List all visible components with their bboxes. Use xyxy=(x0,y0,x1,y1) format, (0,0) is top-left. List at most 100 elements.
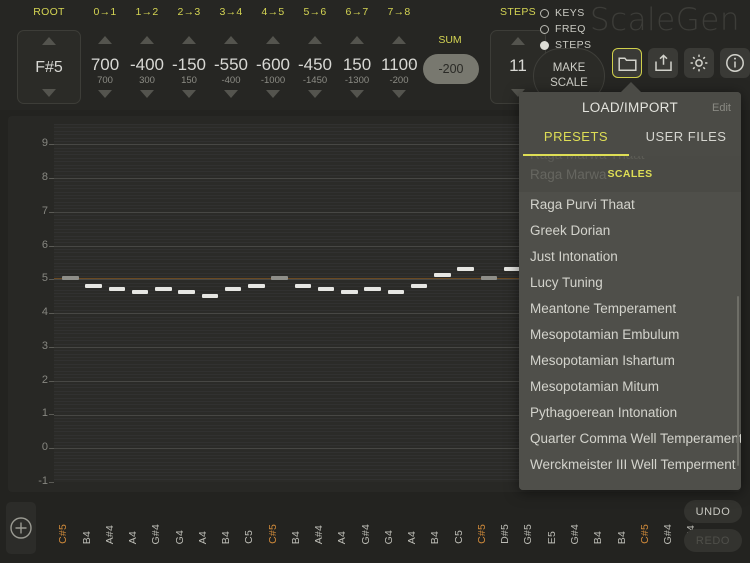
preset-list-item[interactable]: Werckmeister III Well Temperment xyxy=(519,452,741,478)
root-decrement-icon[interactable] xyxy=(42,89,56,97)
folder-icon[interactable] xyxy=(612,48,642,78)
interval-cell-1[interactable]: -400 300 xyxy=(129,30,165,104)
preset-list-item[interactable]: Mesopotamian Ishartum xyxy=(519,348,741,374)
chart-bar[interactable] xyxy=(62,275,79,280)
tab-user-files[interactable]: USER FILES xyxy=(631,129,741,144)
chart-y-tick-label: 8 xyxy=(41,171,48,184)
load-import-panel[interactable]: LOAD/IMPORT Edit PRESETS USER FILES Raga… xyxy=(519,92,741,490)
chart-y-tick-label: 5 xyxy=(41,272,48,285)
chart-y-tick xyxy=(49,482,54,483)
interval-decrement-icon-0[interactable] xyxy=(98,90,112,98)
interval-stepper-1[interactable]: 1→2 -400 300 xyxy=(126,6,168,106)
interval-cell-5[interactable]: -450 -1450 xyxy=(297,30,333,104)
preset-list-item[interactable]: Just Intonation xyxy=(519,244,741,270)
chart-y-tick xyxy=(49,414,54,416)
interval-decrement-icon-5[interactable] xyxy=(308,90,322,98)
preset-list-item[interactable]: Greek Dorian xyxy=(519,218,741,244)
panel-scrollbar[interactable] xyxy=(736,296,739,466)
chart-bar[interactable] xyxy=(108,286,126,291)
tab-presets[interactable]: PRESETS xyxy=(521,129,631,144)
interval-cumulative-7: -200 xyxy=(389,75,409,86)
interval-stepper-6[interactable]: 6→7 150 -1300 xyxy=(336,6,378,106)
chart-y-tick xyxy=(49,380,54,382)
undo-button[interactable]: UNDO xyxy=(684,500,742,523)
chart-bar[interactable] xyxy=(364,286,381,291)
note-label: G4 xyxy=(173,529,186,544)
interval-stepper-5[interactable]: 5→6 -450 -1450 xyxy=(294,6,336,106)
interval-value-6: 150 xyxy=(342,55,372,74)
interval-decrement-icon-1[interactable] xyxy=(140,90,154,98)
chart-bar[interactable] xyxy=(248,284,265,289)
preset-list-item[interactable]: Mesopotamian Embulum xyxy=(519,322,741,348)
note-label: C#5 xyxy=(475,524,488,544)
chart-y-tick-label: 1 xyxy=(41,407,48,420)
sum-header: SUM xyxy=(438,34,462,46)
interval-stepper-0[interactable]: 0→1 700 700 xyxy=(84,6,126,106)
interval-stepper-3[interactable]: 3→4 -550 -400 xyxy=(210,6,252,106)
chart-y-tick-label: 3 xyxy=(41,339,48,352)
root-header: ROOT xyxy=(33,6,65,18)
interval-cell-0[interactable]: 700 700 xyxy=(87,30,123,104)
interval-decrement-icon-6[interactable] xyxy=(350,90,364,98)
chart-bar[interactable] xyxy=(457,267,474,272)
chart-bar[interactable] xyxy=(224,286,242,291)
info-icon[interactable] xyxy=(720,48,750,78)
preset-list-item[interactable]: Mesopotamian Mitum xyxy=(519,374,741,400)
interval-increment-icon-2[interactable] xyxy=(182,36,196,44)
panel-edit-button[interactable]: Edit xyxy=(712,102,731,114)
mode-radio-label-1: FREQ xyxy=(555,23,586,35)
preset-list-item[interactable]: Pythagoerean Intonation xyxy=(519,400,741,426)
note-label: G#4 xyxy=(150,523,163,544)
interval-increment-icon-6[interactable] xyxy=(350,36,364,44)
interval-decrement-icon-3[interactable] xyxy=(224,90,238,98)
root-cell[interactable]: F#5 xyxy=(17,30,81,104)
interval-cell-4[interactable]: -600 -1000 xyxy=(255,30,291,104)
chart-bar[interactable] xyxy=(480,275,498,280)
preset-list-item[interactable]: Quarter Comma Well Temperament xyxy=(519,426,741,452)
chart-bar[interactable] xyxy=(503,267,521,272)
add-note-button[interactable] xyxy=(6,502,36,554)
interval-cell-6[interactable]: 150 -1300 xyxy=(339,30,375,104)
chart-bar[interactable] xyxy=(178,290,195,295)
chart-bar[interactable] xyxy=(410,284,428,289)
chart-bar[interactable] xyxy=(155,286,172,291)
chart-bar[interactable] xyxy=(85,284,102,289)
gear-icon[interactable] xyxy=(684,48,714,78)
interval-decrement-icon-2[interactable] xyxy=(182,90,196,98)
chart-bar[interactable] xyxy=(341,290,358,295)
preset-list-item[interactable]: Lucy Tuning xyxy=(519,270,741,296)
interval-decrement-icon-7[interactable] xyxy=(392,90,406,98)
interval-increment-icon-4[interactable] xyxy=(266,36,280,44)
chart-y-tick-label: 4 xyxy=(41,306,48,319)
interval-cell-2[interactable]: -150 150 xyxy=(171,30,207,104)
chart-bar[interactable] xyxy=(294,284,312,289)
interval-decrement-icon-4[interactable] xyxy=(266,90,280,98)
interval-stepper-4[interactable]: 4→5 -600 -1000 xyxy=(252,6,294,106)
note-label: C#5 xyxy=(638,524,651,544)
chart-bar[interactable] xyxy=(271,275,288,280)
share-export-icon[interactable] xyxy=(648,48,678,78)
redo-button[interactable]: REDO xyxy=(684,529,742,552)
chart-y-tick xyxy=(49,279,54,281)
steps-increment-icon[interactable] xyxy=(511,37,525,45)
interval-increment-icon-7[interactable] xyxy=(392,36,406,44)
mode-radio-label-0: KEYS xyxy=(555,7,585,19)
interval-increment-icon-0[interactable] xyxy=(98,36,112,44)
interval-stepper-2[interactable]: 2→3 -150 150 xyxy=(168,6,210,106)
interval-increment-icon-1[interactable] xyxy=(140,36,154,44)
interval-increment-icon-3[interactable] xyxy=(224,36,238,44)
app-title: ScaleGen xyxy=(589,2,740,38)
interval-cell-3[interactable]: -550 -400 xyxy=(213,30,249,104)
chart-bar[interactable] xyxy=(387,290,405,295)
root-stepper[interactable]: ROOT F#5 xyxy=(14,6,84,106)
preset-list-item[interactable]: Raga Purvi Thaat xyxy=(519,192,741,218)
interval-increment-icon-5[interactable] xyxy=(308,36,322,44)
chart-bar[interactable] xyxy=(434,273,451,278)
chart-bar[interactable] xyxy=(131,290,149,295)
preset-list[interactable]: Raga Marwa Thaat Raga Marwa SCALES Raga … xyxy=(519,156,741,490)
interval-cumulative-1: 300 xyxy=(139,75,155,86)
preset-list-item[interactable]: Meantone Temperament xyxy=(519,296,741,322)
chart-bar[interactable] xyxy=(317,286,335,291)
root-increment-icon[interactable] xyxy=(42,37,56,45)
chart-bar[interactable] xyxy=(201,293,219,298)
